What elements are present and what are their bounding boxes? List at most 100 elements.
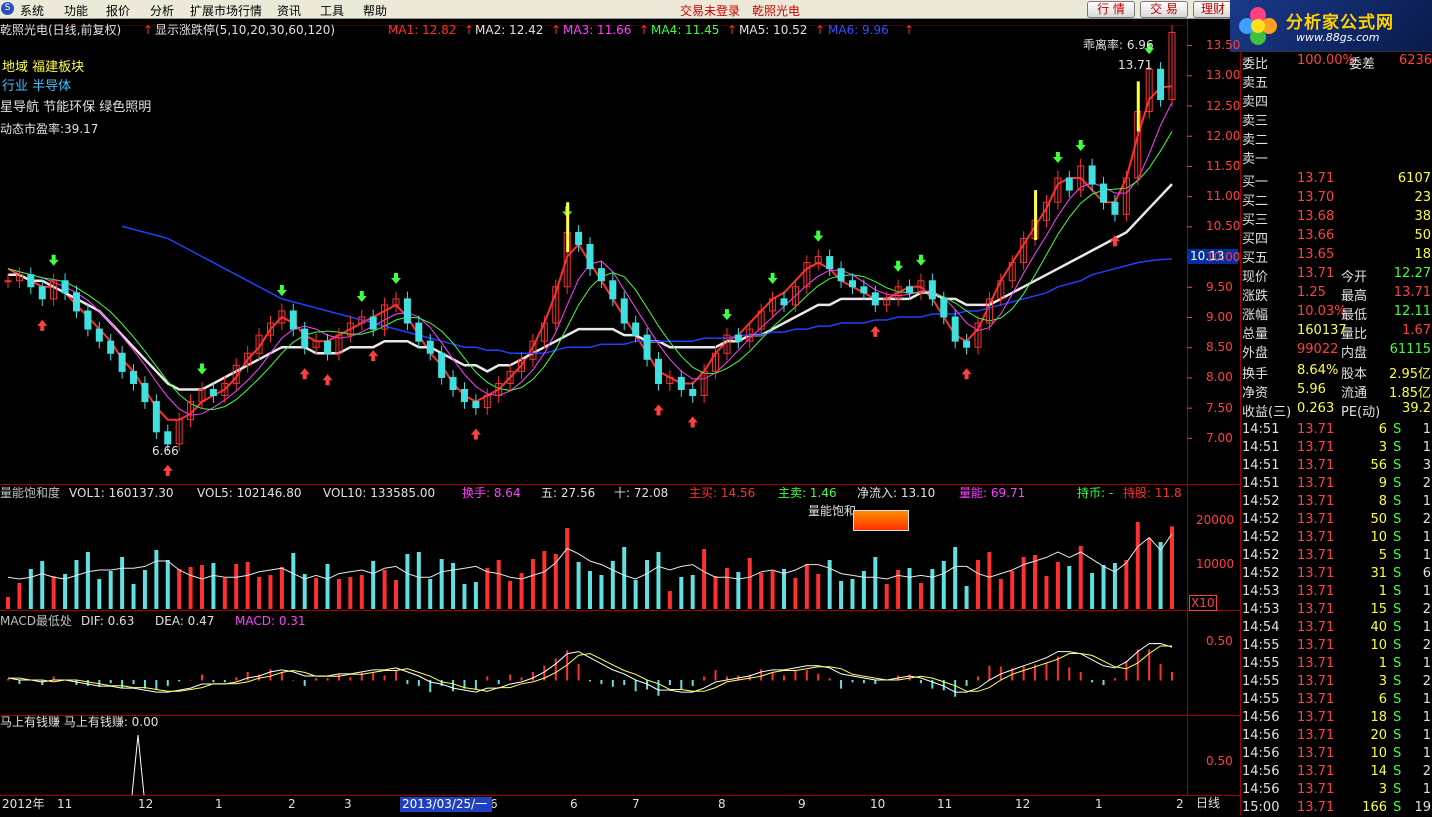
tick-side: S bbox=[1393, 620, 1402, 635]
volume-header-item: VOL5: 102146.80 bbox=[197, 486, 302, 500]
macd-bar bbox=[395, 671, 397, 681]
tick-side: S bbox=[1393, 440, 1402, 455]
tick-price: 13.71 bbox=[1297, 620, 1335, 635]
candle-body bbox=[118, 352, 126, 372]
menu-tools[interactable]: 工具 bbox=[320, 2, 344, 19]
menu-quote[interactable]: 报价 bbox=[106, 2, 130, 19]
ma-up-arrow-icon: ↑ bbox=[815, 23, 826, 37]
tick-side: S bbox=[1393, 494, 1402, 509]
quote-button[interactable]: 行 情 bbox=[1087, 1, 1135, 18]
brand-name: 分析家公式网 bbox=[1286, 13, 1394, 33]
menu-news[interactable]: 资讯 bbox=[277, 2, 301, 19]
macd-bar bbox=[326, 678, 329, 681]
volume-bar bbox=[314, 578, 319, 609]
vol-axis-20000: 20000 bbox=[1196, 513, 1235, 527]
volume-bar bbox=[211, 563, 216, 609]
tick-price: 13.71 bbox=[1297, 566, 1335, 581]
menu-analysis[interactable]: 分析 bbox=[150, 2, 174, 19]
period-label[interactable]: 日线 bbox=[1196, 796, 1220, 810]
tick-row: 15:00 13.71 166 S 19 bbox=[1241, 799, 1432, 817]
tick-time: 14:56 bbox=[1242, 764, 1280, 779]
sell-arrow-icon bbox=[813, 230, 824, 242]
macd-bar bbox=[954, 680, 957, 697]
volume-bar bbox=[496, 560, 501, 609]
macd-bar bbox=[1079, 671, 1082, 681]
tick-volume: 166 bbox=[1362, 800, 1387, 815]
volume-header-item: 量能: 69.71 bbox=[959, 486, 1026, 500]
candle-body bbox=[609, 280, 617, 300]
candle-body bbox=[61, 280, 69, 294]
tick-row: 14:55 13.71 10 S 2 bbox=[1241, 637, 1432, 655]
tick-count: 1 bbox=[1422, 584, 1431, 599]
limit-toggle[interactable]: 显示涨跌停(5,10,20,30,60,120) bbox=[155, 23, 335, 37]
macd-bar bbox=[86, 680, 89, 686]
finance-button[interactable]: 理财 bbox=[1193, 1, 1233, 18]
volume-bars bbox=[6, 522, 1174, 609]
tick-count: 6 bbox=[1422, 566, 1431, 581]
volume-bar bbox=[473, 582, 478, 609]
order-ratio-value: 100.00% bbox=[1297, 53, 1355, 68]
sell-level-label: 卖四 bbox=[1242, 95, 1269, 110]
buy-row: 买二 13.70 23 bbox=[1241, 189, 1432, 209]
macd-bar bbox=[18, 680, 21, 685]
buy-price: 13.66 bbox=[1297, 228, 1335, 243]
macd-bar bbox=[246, 671, 249, 681]
finance-value: 8.64% bbox=[1297, 363, 1339, 378]
finance-row: 净资 5.96 流通 1.85亿 bbox=[1241, 381, 1432, 401]
volume-bar bbox=[1170, 526, 1174, 609]
volume-bar bbox=[416, 552, 421, 609]
panel-divider bbox=[0, 484, 1240, 485]
menu-help[interactable]: 帮助 bbox=[363, 2, 387, 19]
tick-time: 14:52 bbox=[1242, 566, 1280, 581]
volume-bar bbox=[28, 569, 33, 609]
candle-body bbox=[940, 298, 948, 318]
volume-bar bbox=[428, 579, 433, 609]
price-tick-mark bbox=[1187, 196, 1192, 198]
tick-volume: 14 bbox=[1370, 764, 1387, 779]
price-tick-mark bbox=[1187, 75, 1192, 77]
macd-bar bbox=[486, 676, 489, 681]
volume-bar bbox=[1033, 555, 1038, 609]
tick-side: S bbox=[1393, 638, 1402, 653]
candle-body bbox=[369, 316, 377, 330]
macd-bar bbox=[349, 677, 352, 681]
macd-bar bbox=[760, 669, 763, 681]
tick-volume: 3 bbox=[1378, 674, 1387, 689]
volume-bar bbox=[622, 547, 627, 609]
macd-bar bbox=[509, 674, 512, 681]
macd-bar bbox=[1045, 662, 1048, 681]
volume-bar bbox=[1135, 522, 1140, 609]
sell-row: 卖三 bbox=[1241, 109, 1432, 129]
order-ratio-row: 委比 100.00% 委差 6236 bbox=[1241, 52, 1432, 72]
volume-bar bbox=[633, 580, 638, 609]
buy-level-label: 买五 bbox=[1242, 251, 1269, 266]
ma-legend-6: MA6: 9.96 bbox=[828, 23, 889, 37]
finance-label: 流通 bbox=[1341, 386, 1368, 401]
candle-body bbox=[460, 388, 468, 403]
stat-label: 今开 bbox=[1341, 270, 1368, 285]
volume-bar bbox=[257, 577, 262, 609]
price-axis-border bbox=[1187, 19, 1188, 796]
date-tick-label: 2 bbox=[288, 797, 296, 811]
panel-divider bbox=[0, 715, 1240, 716]
menu-function[interactable]: 功能 bbox=[64, 2, 88, 19]
tick-volume: 20 bbox=[1370, 728, 1387, 743]
trade-button[interactable]: 交 易 bbox=[1140, 1, 1188, 18]
macd-bar bbox=[440, 680, 443, 686]
volume-bar bbox=[918, 583, 923, 609]
stat-label: 涨幅 bbox=[1242, 308, 1269, 323]
tick-count: 1 bbox=[1422, 692, 1431, 707]
menu-system[interactable]: 系统 bbox=[20, 2, 44, 19]
macd-bar bbox=[783, 675, 785, 681]
volume-bar bbox=[884, 584, 889, 609]
price-tick-label: 12.00 bbox=[1206, 128, 1241, 143]
tick-time: 14:56 bbox=[1242, 728, 1280, 743]
macd-bar bbox=[554, 658, 557, 681]
volume-bar bbox=[530, 559, 535, 609]
ma-legend-3: MA3: 11.66 bbox=[563, 23, 632, 37]
menu-ext-market[interactable]: 扩展市场行情 bbox=[190, 2, 262, 19]
selected-date[interactable]: 2013/03/25/一 bbox=[400, 797, 492, 812]
tick-row: 14:55 13.71 3 S 2 bbox=[1241, 673, 1432, 691]
tick-row: 14:54 13.71 40 S 1 bbox=[1241, 619, 1432, 637]
stat-label: 现价 bbox=[1242, 270, 1269, 285]
